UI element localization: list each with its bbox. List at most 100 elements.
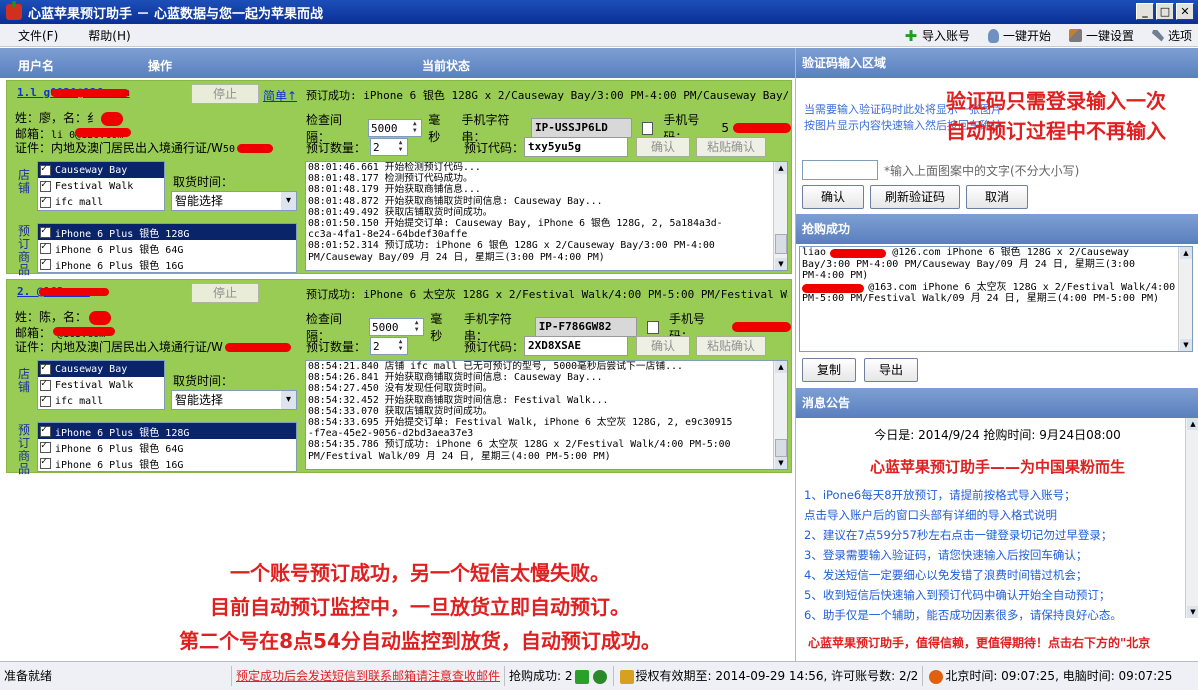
menu-help[interactable]: 帮助(H) <box>88 27 130 44</box>
checkbox-icon <box>40 179 51 192</box>
redaction-mark <box>830 249 886 258</box>
checkbox-icon <box>40 241 51 254</box>
stop-button[interactable]: 停止 <box>191 84 259 104</box>
list-item[interactable]: iPhone 6 Plus 银色 64G <box>38 240 296 256</box>
copy-icon[interactable] <box>647 320 659 334</box>
notice-marquee: 心蓝苹果预订助手，值得信赖，更值得期待！点击右下方的"北京 <box>808 636 1151 650</box>
maximize-icon[interactable]: □ <box>1156 3 1174 20</box>
copy-button[interactable]: 复制 <box>802 358 856 382</box>
pickup-time-select[interactable]: 智能选择 <box>171 191 297 211</box>
interval-spinner[interactable]: 5000 <box>369 318 425 336</box>
booking-code-input[interactable]: txy5yu5g <box>524 137 629 157</box>
stores-label: 店铺 <box>17 367 30 394</box>
pickup-label: 取货时间： <box>173 175 234 189</box>
products-label: 预订商品 <box>17 224 30 277</box>
stores-label: 店铺 <box>17 168 30 195</box>
checkbox-icon <box>40 394 51 407</box>
accounts-header: 用户名 操作 当前状态 <box>0 48 795 78</box>
list-item[interactable]: Causeway Bay <box>38 162 164 178</box>
simple-menu-link[interactable]: 简单↑ <box>263 87 297 104</box>
wrench-icon <box>1151 29 1164 42</box>
checkbox-icon <box>40 257 51 270</box>
scroll-down-icon: ▼ <box>1180 339 1192 351</box>
success-scrollbar[interactable]: ▲ ▼ <box>1178 247 1192 351</box>
list-item[interactable]: Festival Walk <box>38 377 164 393</box>
stop-button[interactable]: 停止 <box>191 283 259 303</box>
account-name: 姓：廖，名：纟 <box>15 109 124 126</box>
paste-confirm-button[interactable]: 粘贴确认 <box>696 137 767 157</box>
pickup-time-select[interactable]: 智能选择 <box>171 390 297 410</box>
one-click-start-button[interactable]: 一键开始 <box>987 27 1051 44</box>
clock-info: 北京时间: 09:07:25, 电脑时间: 09:07:25 <box>923 666 1176 686</box>
checkbox-icon <box>40 456 51 469</box>
captcha-header: 验证码输入区域 <box>796 48 1198 78</box>
notice-scrollbar[interactable]: ▲ ▼ <box>1185 418 1198 618</box>
confirm-code-button[interactable]: 确认 <box>636 336 691 356</box>
title-bar: 心蓝苹果预订助手 － 心蓝数据与您一起为苹果而战 _ □ ✕ <box>0 0 1198 24</box>
options-button[interactable]: 选项 <box>1151 27 1192 44</box>
menu-file[interactable]: 文件(F) <box>18 27 58 44</box>
notice-item: 点击导入账户后的窗口头部有详细的导入格式说明 <box>804 508 1057 522</box>
list-item[interactable]: iPhone 6 Plus 银色 16G <box>38 256 296 272</box>
interval-spinner[interactable]: 5000 <box>368 119 423 137</box>
list-item[interactable]: ifc mall <box>38 194 164 210</box>
redaction-mark <box>53 327 115 336</box>
toolbar: ✚ 导入账号 一键开始 一键设置 选项 <box>904 24 1192 47</box>
clock-icon <box>929 669 944 684</box>
notice-item: 6、助手仅是一个辅助，能否成功因素很多，请保持良好心态。 <box>804 608 1122 622</box>
redaction-mark <box>733 123 791 133</box>
scroll-down-icon: ▼ <box>775 457 787 469</box>
qty-row: 预订数量： 2 预订代码： 2XD8XSAE 确认 粘贴确认 <box>306 336 767 356</box>
minimize-icon[interactable]: _ <box>1136 3 1154 20</box>
phone-string-field[interactable]: IP-F786GW82 <box>534 317 638 337</box>
scroll-down-icon: ▼ <box>1187 606 1198 618</box>
close-icon[interactable]: ✕ <box>1176 3 1194 20</box>
accounts-panel: 用户名 操作 当前状态 1.l g0920@126.com 停止 简单↑ 预订成… <box>0 48 795 661</box>
scroll-up-icon: ▲ <box>775 361 787 373</box>
captcha-cancel-button[interactable]: 取消 <box>966 185 1028 209</box>
captcha-confirm-button[interactable]: 确认 <box>802 185 864 209</box>
redaction-mark <box>802 284 864 293</box>
list-item[interactable]: Festival Walk <box>38 178 164 194</box>
export-button[interactable]: 导出 <box>864 358 918 382</box>
quantity-stepper[interactable]: 2 <box>370 138 409 156</box>
menu-bar: 文件(F) 帮助(H) ✚ 导入账号 一键开始 一键设置 选项 <box>0 24 1198 47</box>
refresh-captcha-button[interactable]: 刷新验证码 <box>870 185 960 209</box>
list-item[interactable]: iPhone 6 Plus 银色 128G <box>38 224 296 240</box>
one-click-settings-button[interactable]: 一键设置 <box>1068 27 1134 44</box>
import-accounts-button[interactable]: ✚ 导入账号 <box>904 27 970 44</box>
notice-header: 消息公告 <box>796 388 1198 418</box>
success-count: 抢购成功: 2 <box>505 666 614 686</box>
confirm-code-button[interactable]: 确认 <box>636 137 691 157</box>
product-list: iPhone 6 Plus 银色 128G iPhone 6 Plus 银色 6… <box>37 422 297 472</box>
phone-string-field[interactable]: IP-USSJP6LD <box>531 118 632 138</box>
copy-icon[interactable] <box>641 121 654 135</box>
booking-code-input[interactable]: 2XD8XSAE <box>524 336 629 356</box>
checkbox-icon <box>40 378 51 391</box>
qty-row: 预订数量： 2 预订代码： txy5yu5g 确认 粘贴确认 <box>306 137 767 157</box>
annotation-text: 一个账号预订成功，另一个短信太慢失败。 目前自动预订监控中，一旦放货立即自动预订… <box>179 561 661 653</box>
paste-confirm-button[interactable]: 粘贴确认 <box>696 336 767 356</box>
account-status: 预订成功: iPhone 6 太空灰 128G x 2/Festival Wal… <box>306 288 788 301</box>
status-bar: 准备就绪 预定成功后会发送短信到联系邮箱请注意查收邮件 抢购成功: 2 授权有效… <box>0 661 1198 690</box>
check-icon <box>574 669 589 684</box>
list-item[interactable]: iPhone 6 Plus 银色 64G <box>38 439 296 455</box>
success-log[interactable]: liao @126.com iPhone 6 银色 128G x 2/Cause… <box>799 246 1193 352</box>
log-scrollbar[interactable]: ▲ ▼ <box>773 162 787 270</box>
captcha-input[interactable] <box>802 160 878 180</box>
activity-log[interactable]: 08:01:46.661 开始检测预订代码... 08:01:48.177 检测… <box>305 161 788 271</box>
log-scrollbar[interactable]: ▲ ▼ <box>773 361 787 469</box>
activity-log[interactable]: 08:54:21.840 店铺 ifc mall 已无可预订的型号, 5000毫… <box>305 360 788 470</box>
list-item[interactable]: Causeway Bay <box>38 361 164 377</box>
notice-slogan: 心蓝苹果预订助手——为中国果粉而生 <box>869 458 1125 476</box>
list-item[interactable]: ifc mall <box>38 393 164 409</box>
checkbox-icon <box>40 362 51 375</box>
list-item[interactable]: iPhone 6 Plus 银色 16G <box>38 455 296 471</box>
share-icon <box>592 669 607 684</box>
list-item[interactable]: iPhone 6 Plus 银色 128G <box>38 423 296 439</box>
email-warning-link[interactable]: 预定成功后会发送短信到联系邮箱请注意查收邮件 <box>232 666 506 686</box>
store-list: Causeway Bay Festival Walk ifc mall <box>37 161 165 211</box>
quantity-stepper[interactable]: 2 <box>370 337 409 355</box>
redaction-mark <box>51 89 129 97</box>
redaction-mark <box>224 343 291 352</box>
